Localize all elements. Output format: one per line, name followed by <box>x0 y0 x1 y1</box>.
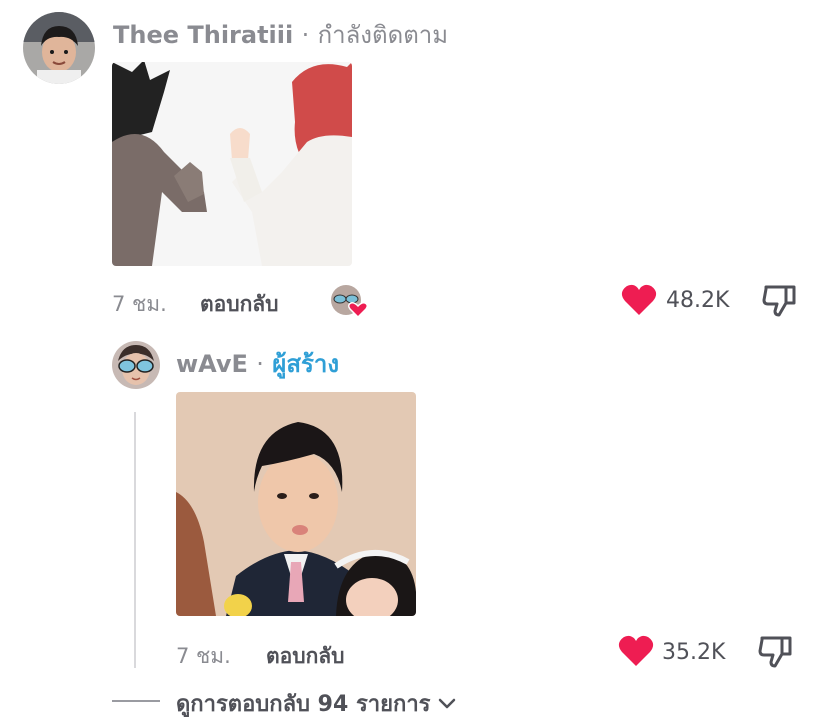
like-button[interactable] <box>617 634 655 668</box>
commenter-avatar[interactable] <box>23 12 95 84</box>
reply-button[interactable]: ตอบกลับ <box>200 288 279 321</box>
view-replies-divider <box>112 700 160 702</box>
like-count: 48.2K <box>666 288 730 313</box>
name-separator: · <box>256 350 264 378</box>
heart-icon <box>618 635 654 666</box>
following-label: กำลังติดตาม <box>317 21 449 49</box>
comment-header: Thee Thiratiii · กำลังติดตาม <box>113 15 448 54</box>
thumbs-down-icon <box>762 285 796 317</box>
reply-author-name[interactable]: wAvE <box>176 350 248 378</box>
commenter-name[interactable]: Thee Thiratiii <box>113 21 293 49</box>
comment-timestamp: 7 ชม. <box>112 292 167 316</box>
reply-author-avatar[interactable] <box>112 341 160 389</box>
anime-sticker-image[interactable] <box>112 62 352 266</box>
reply-timestamp: 7 ชม. <box>176 644 231 668</box>
like-button[interactable] <box>620 283 658 317</box>
reply-button[interactable]: ตอบกลับ <box>266 640 345 673</box>
dislike-button[interactable] <box>756 632 794 670</box>
name-separator: · <box>301 21 310 49</box>
view-replies-label: ดูการตอบกลับ 94 รายการ <box>176 692 431 717</box>
thumbs-down-icon <box>758 636 792 668</box>
photo-image[interactable] <box>176 392 416 616</box>
like-count: 35.2K <box>662 640 726 665</box>
creator-liked-heart-icon <box>330 284 370 319</box>
reply-header: wAvE · ผู้สร้าง <box>176 344 339 383</box>
heart-icon <box>621 284 657 315</box>
chevron-down-icon <box>438 698 455 708</box>
thread-line <box>134 412 136 668</box>
view-replies-button[interactable]: ดูการตอบกลับ 94 รายการ <box>176 686 457 721</box>
dislike-button[interactable] <box>760 281 798 319</box>
creator-badge: ผู้สร้าง <box>272 350 340 378</box>
